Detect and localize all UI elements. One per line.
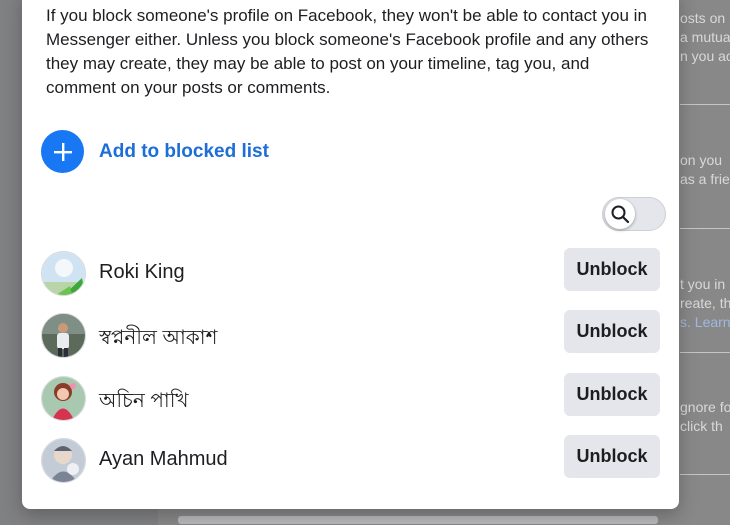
unblock-button[interactable]: Unblock — [564, 373, 660, 416]
background-divider — [680, 474, 730, 475]
blocked-profiles-dialog: If you block someone's profile on Facebo… — [22, 0, 679, 509]
person-name: স্বপ্ননীল আকাশ — [99, 327, 218, 349]
background-divider — [680, 352, 730, 353]
avatar — [41, 313, 86, 358]
blocked-person-row: অচিন পাখি Unblock — [41, 373, 661, 423]
background-text-3: t you in reate, th s. Learn — [680, 276, 730, 330]
person-name: অচিন পাখি — [99, 390, 189, 412]
unblock-button[interactable]: Unblock — [564, 248, 660, 291]
blocked-person-row: Ayan Mahmud Unblock — [41, 435, 661, 485]
background-text-2: on you as a frie — [680, 152, 730, 187]
unblock-button[interactable]: Unblock — [564, 435, 660, 478]
unblock-button[interactable]: Unblock — [564, 310, 660, 353]
blocked-person-row: স্বপ্ননীল আকাশ Unblock — [41, 310, 661, 360]
person-name: Ayan Mahmud — [99, 448, 228, 470]
background-divider — [680, 104, 730, 105]
avatar — [41, 251, 86, 296]
background-text-4: gnore fo click th — [680, 399, 730, 434]
avatar — [41, 438, 86, 483]
search-toggle[interactable] — [602, 197, 666, 231]
background-divider — [680, 228, 730, 229]
background-text-1: osts on a mutua n you ac — [680, 10, 730, 64]
add-to-blocked-list-button[interactable]: Add to blocked list — [41, 130, 269, 173]
add-to-blocked-list-label: Add to blocked list — [99, 140, 269, 162]
search-icon — [605, 199, 635, 229]
avatar — [41, 376, 86, 421]
person-name: Roki King — [99, 261, 185, 283]
dialog-description: If you block someone's profile on Facebo… — [46, 6, 649, 97]
background-text-placeholder — [178, 516, 658, 524]
blocked-person-row: Roki King Unblock — [41, 248, 661, 298]
plus-icon — [41, 130, 84, 173]
